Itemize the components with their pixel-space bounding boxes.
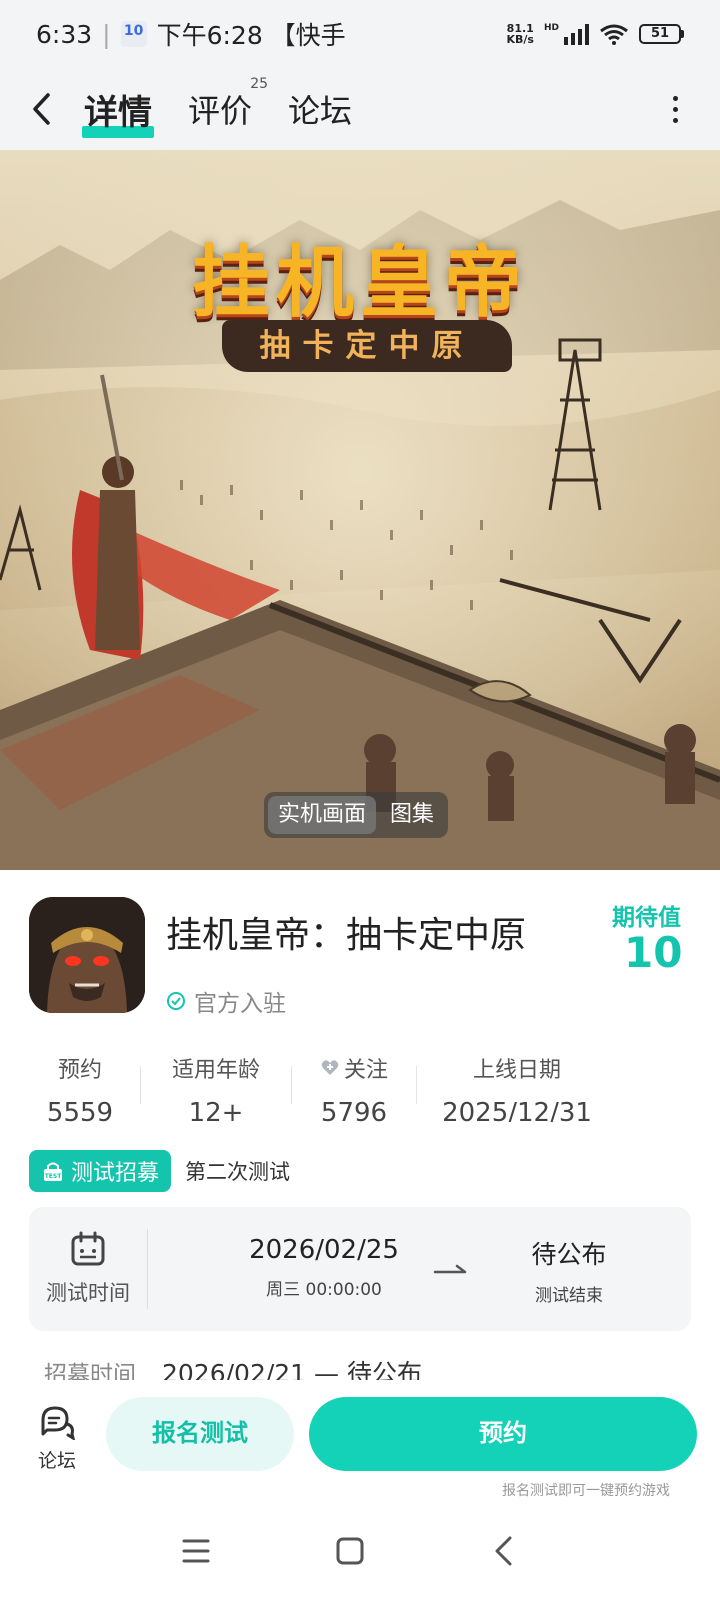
calendar-icon	[71, 1231, 105, 1266]
test-time-label: 测试时间	[46, 1281, 130, 1305]
arrow-right-icon	[433, 1264, 467, 1274]
media-tab-gallery[interactable]: 图集	[380, 796, 444, 834]
hero-media[interactable]: 挂机皇帝 抽卡定中原 实机画面 图集	[0, 150, 720, 870]
calendar-day: 10	[123, 23, 144, 39]
media-switch: 实机画面 图集	[264, 792, 449, 838]
time-card-divider	[147, 1229, 148, 1309]
app-detail-page: 6:33 | 10 下午6:28 【快手 81.1 KB/s HD 51 详情 …	[0, 0, 720, 1600]
back-arrow-icon	[33, 93, 50, 125]
verified-check-icon	[167, 992, 185, 1010]
expectation-label: 期待值	[612, 905, 681, 931]
stat-reservations: 预约 5559	[20, 1052, 140, 1122]
calendar-notification-icon: 10	[120, 21, 147, 47]
system-nav-bar	[0, 1500, 720, 1600]
stat-label-follow: 关注	[320, 1052, 388, 1084]
test-time-card: 测试时间 2026/02/25 周三 00:00:00 待公布 测试结束	[29, 1207, 691, 1331]
net-speed-unit: KB/s	[506, 33, 534, 46]
status-separator: |	[102, 19, 111, 49]
tab-details-label: 详情	[84, 92, 152, 133]
menu-icon	[182, 1539, 210, 1563]
tab-forum-label: 论坛	[288, 92, 353, 130]
net-speed: 81.1 KB/s	[507, 23, 534, 45]
notification-text: 下午6:28 【快手	[156, 21, 346, 50]
test-icon: TEST	[44, 1162, 63, 1181]
battery-icon: 51	[639, 24, 684, 44]
hero-subtitle-art: 抽卡定中原	[222, 320, 512, 372]
stat-value: 2025/12/31	[442, 1098, 592, 1122]
bottom-action-bar: 论坛 报名测试 预约 报名测试即可一键预约游戏	[0, 1380, 720, 1500]
tab-reviews-label: 评价	[188, 92, 253, 130]
back-button[interactable]	[30, 79, 66, 139]
reserve-hint: 报名测试即可一键预约游戏	[502, 1483, 670, 1499]
signal-icon: HD	[544, 23, 589, 45]
test-start-date: 2026/02/25	[249, 1235, 399, 1265]
test-badge-label: 测试招募	[71, 1161, 160, 1186]
reviews-count-badge: 25	[250, 76, 269, 92]
status-bar: 6:33 | 10 下午6:28 【快手 81.1 KB/s HD 51	[0, 0, 720, 68]
battery-level: 51	[650, 26, 670, 41]
system-back-button[interactable]	[484, 1534, 524, 1568]
hd-label: HD	[543, 23, 559, 33]
stat-label: 适用年龄	[171, 1058, 260, 1083]
test-end: 待公布 测试结束	[499, 1235, 639, 1306]
expectation-value: 10	[624, 928, 683, 977]
more-options-button[interactable]	[660, 89, 690, 129]
status-right: 81.1 KB/s HD 51	[507, 23, 684, 45]
stat-label: 上线日期	[472, 1058, 561, 1083]
forum-button[interactable]: 论坛	[34, 1404, 80, 1473]
test-icon-text: TEST	[45, 1173, 63, 1180]
tab-forum[interactable]: 论坛	[288, 86, 352, 132]
status-time: 6:33	[36, 19, 93, 49]
stat-value: 5796	[320, 1098, 388, 1122]
tab-details[interactable]: 详情	[82, 85, 154, 138]
test-start-detail: 周三 00:00:00	[266, 1280, 382, 1300]
game-icon-art	[29, 897, 145, 1013]
game-title: 挂机皇帝：抽卡定中原	[166, 915, 527, 956]
heart-plus-icon	[321, 1060, 339, 1075]
test-round-name: 第二次测试	[185, 1160, 291, 1184]
test-end-label: 测试结束	[535, 1286, 603, 1306]
stat-age-rating: 适用年龄 12+	[141, 1052, 291, 1122]
home-button[interactable]	[330, 1534, 370, 1568]
stat-label: 预约	[57, 1058, 102, 1083]
recents-button[interactable]	[176, 1534, 216, 1568]
test-end-status: 待公布	[531, 1240, 607, 1269]
game-app-icon	[29, 897, 145, 1013]
stat-label: 关注	[343, 1058, 388, 1083]
test-time-header: 测试时间	[29, 1207, 147, 1331]
home-square-icon	[336, 1537, 364, 1565]
test-recruit-row: TEST 测试招募 第二次测试	[29, 1150, 290, 1192]
hero-title-art: 挂机皇帝	[191, 237, 528, 328]
stats-row: 预约 5559 适用年龄 12+ 关注 5796 上线日期 2025/12/31	[20, 1052, 700, 1122]
forum-button-label: 论坛	[37, 1450, 76, 1472]
system-back-icon	[495, 1536, 512, 1566]
stat-launch-date: 上线日期 2025/12/31	[417, 1052, 617, 1122]
top-nav: 详情 评价 25 论坛	[0, 68, 720, 150]
media-tab-gameplay[interactable]: 实机画面	[268, 796, 377, 834]
stat-followers[interactable]: 关注 5796	[292, 1052, 416, 1122]
official-verified: 官方入驻	[166, 984, 286, 1018]
stat-value: 5559	[46, 1098, 114, 1122]
test-recruit-badge: TEST 测试招募	[29, 1150, 172, 1192]
tab-reviews[interactable]: 评价 25	[188, 76, 268, 132]
test-start: 2026/02/25 周三 00:00:00	[219, 1235, 429, 1300]
verified-label: 官方入驻	[194, 991, 286, 1017]
stat-value: 12+	[188, 1098, 244, 1122]
reserve-button[interactable]: 预约	[309, 1397, 697, 1471]
signup-test-button[interactable]: 报名测试	[106, 1397, 294, 1471]
status-left: 6:33 | 10 下午6:28 【快手	[36, 16, 346, 52]
wifi-icon	[600, 24, 628, 45]
forum-chat-icon	[41, 1406, 76, 1440]
